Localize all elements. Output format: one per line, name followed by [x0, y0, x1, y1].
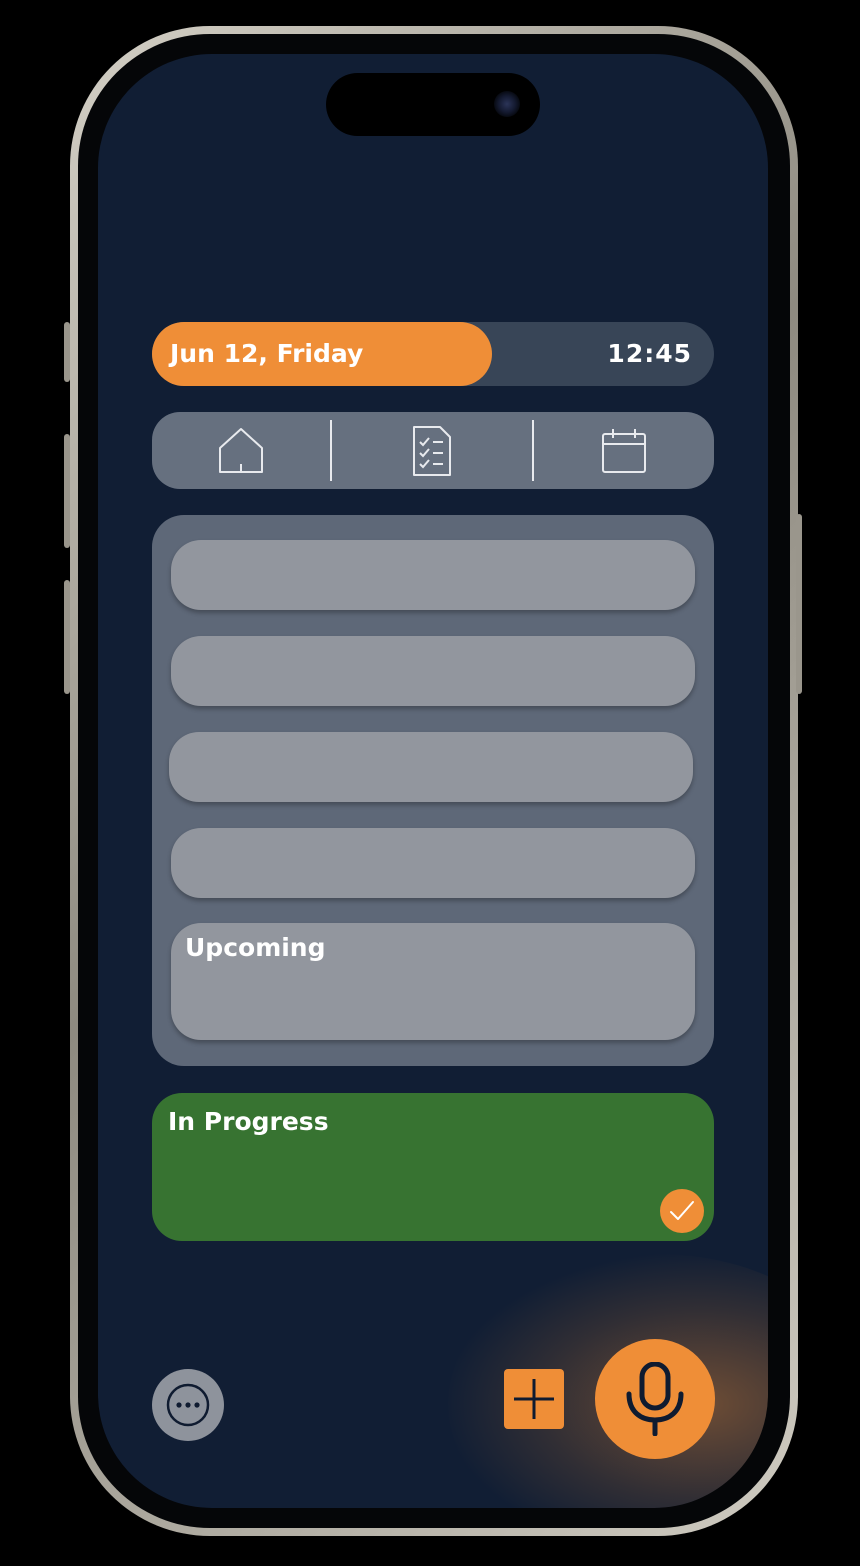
task-row[interactable] — [169, 732, 693, 802]
dynamic-island — [326, 73, 540, 136]
action-button — [64, 322, 70, 382]
in-progress-title: In Progress — [168, 1107, 329, 1136]
date-time-bar: Jun 12, Friday 12:45 — [152, 322, 714, 386]
time-label: 12:45 — [607, 339, 692, 368]
task-row[interactable] — [171, 636, 695, 706]
task-panel: Upcoming — [152, 515, 714, 1066]
volume-up-button — [64, 434, 70, 548]
date-label: Jun 12, Friday — [170, 339, 364, 368]
upcoming-title: Upcoming — [185, 933, 326, 962]
add-task-button[interactable] — [504, 1369, 564, 1429]
microphone-icon — [626, 1362, 684, 1436]
volume-down-button — [64, 580, 70, 694]
calendar-icon — [602, 428, 646, 473]
nav-bar — [152, 412, 714, 489]
in-progress-card[interactable]: In Progress — [152, 1093, 714, 1241]
camera-icon — [494, 91, 520, 117]
complete-button[interactable] — [660, 1189, 704, 1233]
app-screen: Jun 12, Friday 12:45 Upcoming In Progres… — [98, 54, 768, 1508]
power-button — [796, 514, 802, 694]
checklist-icon — [413, 425, 451, 476]
task-row[interactable] — [171, 828, 695, 898]
nav-home[interactable] — [152, 412, 330, 489]
checkmark-icon — [670, 1201, 694, 1220]
nav-tasks[interactable] — [332, 412, 532, 489]
date-pill[interactable]: Jun 12, Friday — [152, 322, 492, 386]
voice-input-button[interactable] — [595, 1339, 715, 1459]
more-icon — [166, 1383, 210, 1427]
plus-icon — [514, 1379, 554, 1419]
upcoming-section[interactable]: Upcoming — [171, 923, 695, 1040]
more-button[interactable] — [152, 1369, 224, 1441]
nav-calendar[interactable] — [534, 412, 714, 489]
home-icon — [219, 427, 263, 473]
task-row[interactable] — [171, 540, 695, 610]
